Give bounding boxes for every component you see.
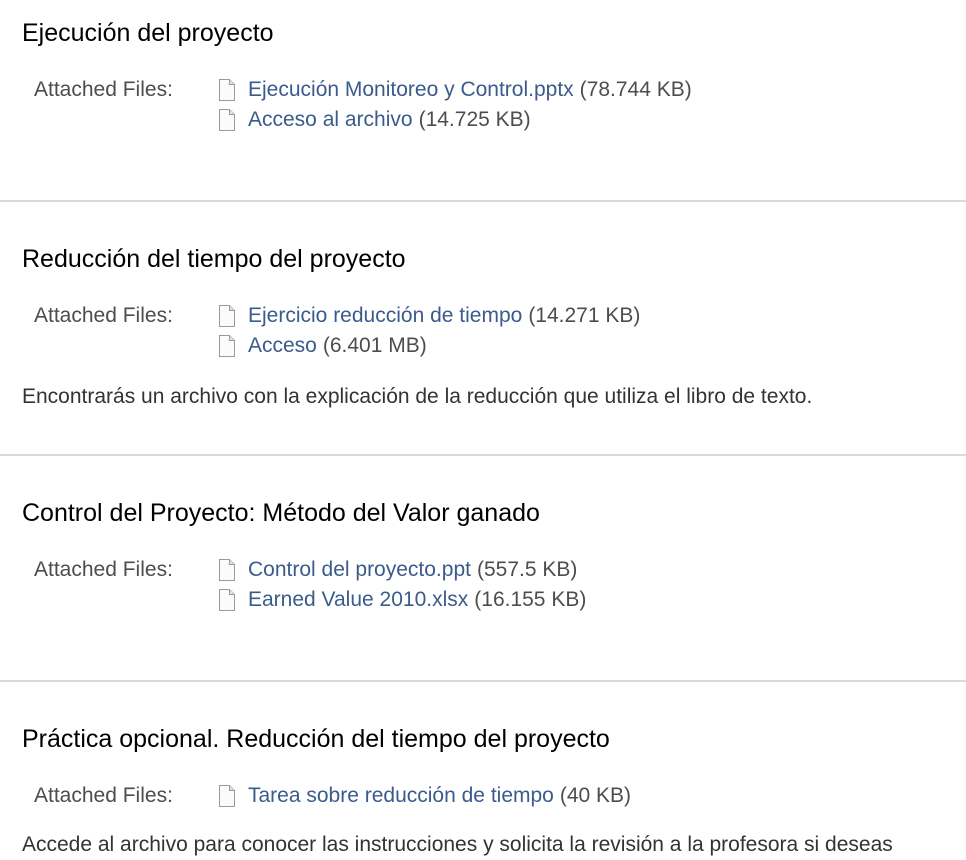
attached-files-list: Tarea sobre reducción de tiempo (40 KB) xyxy=(216,781,631,811)
document-icon xyxy=(219,109,235,131)
file-link[interactable]: Ejecución Monitoreo y Control.pptx xyxy=(248,75,574,105)
file-size: (557.5 KB) xyxy=(476,558,578,581)
file-link[interactable]: Tarea sobre reducción de tiempo xyxy=(248,781,554,811)
file-link[interactable]: Earned Value 2010.xlsx xyxy=(248,585,468,615)
file-size: (78.744 KB) xyxy=(579,78,692,101)
attached-file: Earned Value 2010.xlsx (16.155 KB) xyxy=(216,585,586,615)
attached-file: Control del proyecto.ppt (557.5 KB) xyxy=(216,555,586,585)
attached-file: Ejecución Monitoreo y Control.pptx (78.7… xyxy=(216,75,692,105)
file-link[interactable]: Control del proyecto.ppt xyxy=(248,555,471,585)
item-title: Reducción del tiempo del proyecto xyxy=(22,245,406,273)
document-icon xyxy=(219,305,235,327)
document-icon xyxy=(219,589,235,611)
attached-files-list: Control del proyecto.ppt (557.5 KB) Earn… xyxy=(216,555,586,615)
file-link[interactable]: Acceso al archivo xyxy=(248,105,413,135)
section-divider xyxy=(0,680,966,682)
attached-file: Tarea sobre reducción de tiempo (40 KB) xyxy=(216,781,631,811)
section-divider xyxy=(0,454,966,456)
attached-files-label: Attached Files: xyxy=(34,304,173,327)
document-icon xyxy=(219,559,235,581)
attached-files-list: Ejercicio reducción de tiempo (14.271 KB… xyxy=(216,301,640,361)
attached-files-label: Attached Files: xyxy=(34,558,173,581)
attached-files-label: Attached Files: xyxy=(34,784,173,807)
file-link[interactable]: Acceso xyxy=(248,331,317,361)
file-size: (14.725 KB) xyxy=(418,108,531,131)
file-size: (14.271 KB) xyxy=(528,304,641,327)
item-title: Control del Proyecto: Método del Valor g… xyxy=(22,499,540,527)
item-description: Encontrarás un archivo con la explicació… xyxy=(22,385,813,408)
file-size: (40 KB) xyxy=(559,784,632,807)
attached-file: Acceso al archivo (14.725 KB) xyxy=(216,105,692,135)
item-title: Ejecución del proyecto xyxy=(22,19,274,47)
attached-file: Ejercicio reducción de tiempo (14.271 KB… xyxy=(216,301,640,331)
file-size: (16.155 KB) xyxy=(474,588,587,611)
file-size: (6.401 MB) xyxy=(322,334,427,357)
attached-file: Acceso (6.401 MB) xyxy=(216,331,640,361)
document-icon xyxy=(219,785,235,807)
document-icon xyxy=(219,335,235,357)
file-link[interactable]: Ejercicio reducción de tiempo xyxy=(248,301,522,331)
item-title: Práctica opcional. Reducción del tiempo … xyxy=(22,725,610,753)
attached-files-label: Attached Files: xyxy=(34,78,173,101)
item-description: Accede al archivo para conocer las instr… xyxy=(22,833,893,856)
attached-files-list: Ejecución Monitoreo y Control.pptx (78.7… xyxy=(216,75,692,135)
section-divider xyxy=(0,200,966,202)
document-icon xyxy=(219,79,235,101)
